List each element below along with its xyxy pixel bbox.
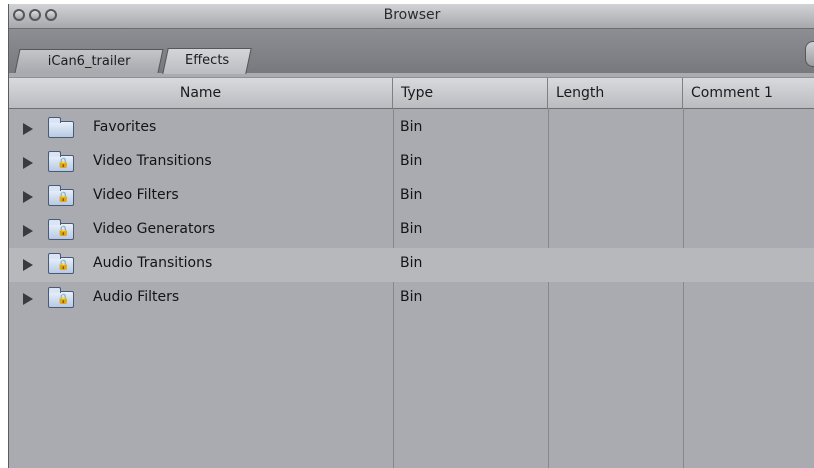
locked-folder-icon: 🔒 — [48, 219, 74, 240]
tab-label: iCan6_trailer — [47, 54, 131, 69]
window-title: Browser — [383, 7, 441, 23]
item-type: Bin — [400, 153, 423, 169]
item-type: Bin — [400, 289, 423, 305]
tab-ican6-trailer[interactable]: iCan6_trailer — [14, 49, 164, 73]
lock-icon: 🔒 — [57, 226, 70, 237]
list-item-video-filters[interactable]: 🔒 Video Filters Bin — [9, 180, 814, 214]
item-name: Video Filters — [93, 187, 179, 203]
column-header-length[interactable]: Length — [548, 78, 683, 108]
column-header-name[interactable]: Name — [9, 78, 393, 108]
disclosure-triangle-icon[interactable] — [23, 157, 33, 169]
lock-icon: 🔒 — [57, 260, 70, 271]
item-name: Video Generators — [93, 221, 216, 237]
item-name: Favorites — [93, 119, 157, 135]
list-item-audio-transitions[interactable]: 🔒 Audio Transitions Bin — [9, 248, 814, 282]
lock-icon: 🔒 — [57, 158, 70, 169]
locked-folder-icon: 🔒 — [48, 185, 74, 206]
item-type: Bin — [400, 255, 423, 271]
disclosure-triangle-icon[interactable] — [23, 191, 33, 203]
title-bar[interactable]: Browser — [9, 4, 814, 29]
browser-window: Browser iCan6_trailer Effects Name Type … — [8, 4, 814, 468]
locked-folder-icon: 🔒 — [48, 253, 74, 274]
list-item-favorites[interactable]: Favorites Bin — [9, 112, 814, 146]
bin-list: Favorites Bin 🔒 Video Transitions Bin 🔒 … — [9, 108, 814, 468]
tab-bar: iCan6_trailer Effects — [9, 29, 814, 74]
item-name: Video Transitions — [93, 153, 212, 169]
list-item-video-generators[interactable]: 🔒 Video Generators Bin — [9, 214, 814, 248]
disclosure-triangle-icon[interactable] — [23, 259, 33, 271]
lock-icon: 🔒 — [57, 294, 70, 305]
item-name: Audio Filters — [93, 289, 180, 305]
tab-effects[interactable]: Effects — [162, 48, 252, 74]
item-type: Bin — [400, 221, 423, 237]
item-name: Audio Transitions — [93, 255, 213, 271]
item-type: Bin — [400, 187, 423, 203]
locked-folder-icon: 🔒 — [48, 287, 74, 308]
column-header-comment[interactable]: Comment 1 — [683, 78, 814, 108]
tab-label: Effects — [184, 53, 230, 68]
toolbar-toggle-button[interactable] — [805, 41, 814, 67]
disclosure-triangle-icon[interactable] — [23, 123, 33, 135]
lock-icon: 🔒 — [57, 192, 70, 203]
disclosure-triangle-icon[interactable] — [23, 293, 33, 305]
disclosure-triangle-icon[interactable] — [23, 225, 33, 237]
item-type: Bin — [400, 119, 423, 135]
folder-icon — [48, 117, 74, 138]
column-header-type[interactable]: Type — [393, 78, 548, 108]
column-header-row: Name Type Length Comment 1 — [9, 77, 814, 109]
locked-folder-icon: 🔒 — [48, 151, 74, 172]
list-item-audio-filters[interactable]: 🔒 Audio Filters Bin — [9, 282, 814, 316]
list-item-video-transitions[interactable]: 🔒 Video Transitions Bin — [9, 146, 814, 180]
